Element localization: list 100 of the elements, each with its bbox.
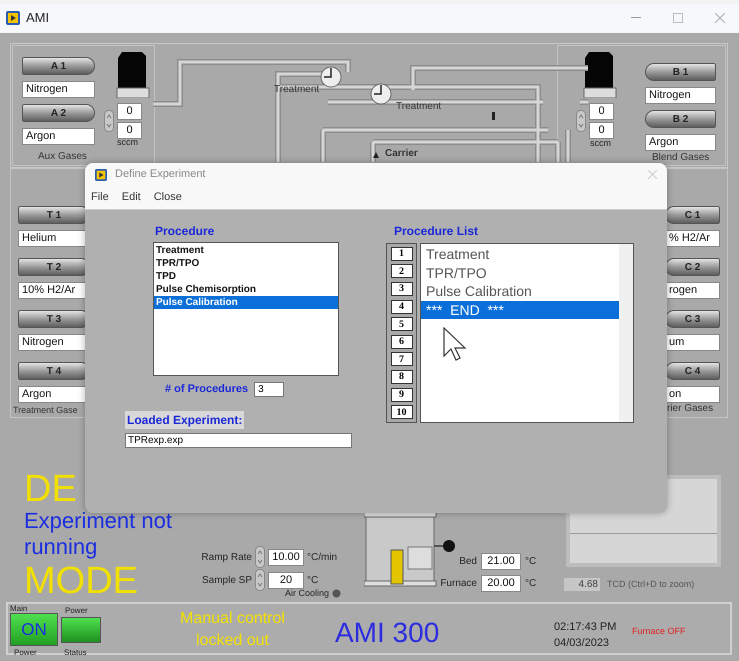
step-number: 9: [390, 388, 412, 402]
gas-cylinder-button[interactable]: B 2: [645, 110, 716, 128]
mouse-cursor-icon: [443, 327, 467, 363]
unit-label: °C: [525, 577, 536, 591]
gas-cylinder-button[interactable]: C 3: [665, 310, 720, 328]
clock-date: 04/03/2023: [554, 636, 610, 651]
flow-rate-field[interactable]: 0: [117, 122, 142, 139]
mode-banner-text: DE: [24, 472, 77, 506]
procedure-label: Procedure: [155, 223, 216, 240]
gas-cylinder-button[interactable]: B 1: [645, 63, 716, 81]
gas-name-field[interactable]: rogen: [665, 282, 720, 299]
close-icon[interactable]: [715, 13, 725, 23]
experiment-status-text: Experiment not running: [24, 508, 173, 560]
section-label: Treatment Gase: [13, 404, 78, 417]
menu-item[interactable]: File: [91, 189, 109, 206]
dialog-title: Define Experiment: [115, 167, 206, 182]
app-icon: [6, 11, 20, 25]
procedure-option[interactable]: Pulse Chemisorption: [154, 283, 338, 296]
flow-rate-field[interactable]: 0: [117, 103, 142, 120]
section-label: rier Gases: [667, 402, 714, 416]
maximize-icon[interactable]: [673, 13, 683, 23]
setpoint-label: Sample SP: [200, 574, 252, 588]
menu-item[interactable]: Close: [154, 189, 182, 206]
step-number: 3: [390, 282, 412, 296]
power-label: Power: [14, 647, 37, 659]
gas-name-field[interactable]: % H2/Ar: [665, 230, 720, 247]
step-number: 6: [390, 334, 412, 349]
tcd-label: TCD (Ctrl+D to zoom): [607, 578, 694, 591]
air-cooling-label: Air Cooling: [285, 587, 330, 600]
manual-control-message: Manual control locked out: [179, 609, 286, 651]
menu-item[interactable]: Edit: [122, 189, 141, 206]
gas-name-field[interactable]: Nitrogen: [22, 81, 95, 98]
spinner-icon[interactable]: [255, 569, 265, 591]
procedure-list-item[interactable]: *** END ***: [421, 300, 619, 319]
window-title: AMI: [26, 9, 50, 28]
step-number: 5: [390, 317, 412, 332]
gas-cylinder-button[interactable]: C 1: [665, 206, 720, 224]
app-icon: [95, 168, 107, 180]
spinner-icon[interactable]: [576, 110, 586, 132]
step-number: 4: [390, 300, 412, 314]
procedure-list-item[interactable]: Pulse Calibration: [421, 282, 619, 300]
section-label: Aux Gases: [38, 150, 87, 164]
setpoint-field[interactable]: 20: [268, 572, 304, 588]
procedure-count-label: # of Procedures: [165, 382, 248, 397]
unit-label: sccm: [590, 137, 611, 150]
setpoint-field[interactable]: 10.00: [268, 548, 304, 566]
mode-banner-text: MODE: [24, 564, 138, 598]
close-icon[interactable]: [648, 170, 657, 179]
flow-rate-field[interactable]: 0: [589, 122, 614, 139]
clock-time: 02:17:43 PM: [554, 620, 616, 635]
unit-label: °C: [525, 555, 536, 569]
temperature-field: 20.00: [481, 575, 521, 592]
gas-name-field[interactable]: um: [665, 334, 720, 351]
power-label: Power: [65, 605, 88, 617]
procedure-option[interactable]: TPD: [154, 270, 338, 283]
procedure-option[interactable]: TPR/TPO: [154, 257, 338, 270]
gas-cylinder-button[interactable]: C 2: [665, 258, 720, 276]
loaded-experiment-field[interactable]: TPRexp.exp: [125, 432, 352, 448]
loaded-experiment-label: Loaded Experiment:: [125, 410, 244, 428]
flow-path-label: Treatment: [396, 100, 442, 114]
step-number: 10: [390, 405, 412, 420]
setpoint-label: Ramp Rate: [200, 550, 252, 564]
tcd-value-field: 4.68: [563, 577, 601, 592]
gas-name-field[interactable]: Argon: [22, 128, 95, 145]
minimize-icon[interactable]: [631, 17, 641, 19]
temperature-label: Furnace: [440, 577, 477, 591]
unit-label: °C/min: [307, 550, 338, 564]
unit-label: °C: [307, 574, 318, 588]
unit-label: sccm: [117, 136, 138, 149]
flow-path-label: Treatment: [274, 83, 320, 97]
procedure-list-label: Procedure List: [394, 223, 480, 240]
step-number: 2: [390, 264, 412, 278]
main-label: Main: [10, 603, 28, 615]
procedure-count-field[interactable]: 3: [254, 382, 284, 397]
gas-name-field[interactable]: Nitrogen: [645, 87, 716, 104]
flow-rate-field[interactable]: 0: [589, 103, 614, 120]
flow-controller-icon: [583, 52, 617, 98]
status-label: Status: [64, 647, 87, 659]
section-label: Blend Gases: [652, 151, 710, 165]
step-number: 7: [390, 352, 412, 366]
temperature-label: Bed: [458, 555, 477, 569]
gas-cylinder-button[interactable]: A 2: [22, 104, 95, 122]
gas-cylinder-button[interactable]: A 1: [22, 57, 95, 75]
gas-cylinder-button[interactable]: C 4: [665, 362, 720, 380]
procedure-list-item[interactable]: Treatment: [421, 245, 619, 264]
procedure-list-item[interactable]: TPR/TPO: [421, 264, 619, 282]
step-number: 8: [390, 370, 412, 384]
spinner-icon[interactable]: [104, 110, 114, 132]
gas-name-field[interactable]: Argon: [645, 134, 716, 151]
gas-name-field[interactable]: on: [665, 386, 720, 403]
indicator-light-icon: [332, 589, 342, 598]
product-name: AMI 300: [335, 616, 440, 650]
procedure-option[interactable]: Pulse Calibration: [154, 296, 338, 309]
spinner-icon[interactable]: [255, 546, 265, 568]
procedure-option[interactable]: Treatment: [154, 244, 338, 257]
temperature-field: 21.00: [481, 553, 521, 570]
flow-controller-icon: [116, 52, 150, 98]
flow-path-label: Carrier: [385, 147, 418, 161]
furnace-status: Furnace OFF: [632, 625, 686, 638]
step-number: 1: [390, 246, 412, 261]
